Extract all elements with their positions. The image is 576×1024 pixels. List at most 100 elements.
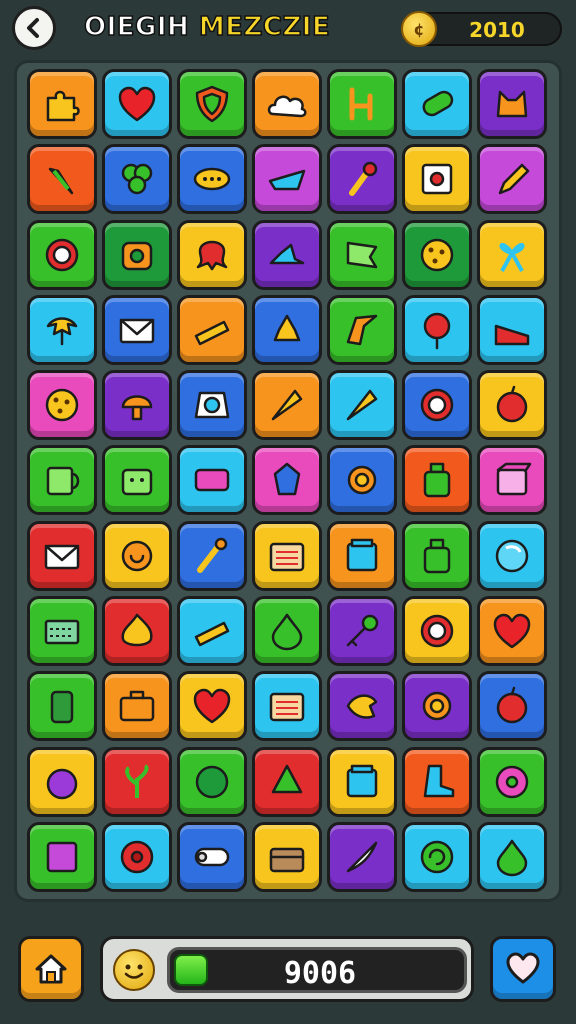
game-tile[interactable] xyxy=(252,144,322,215)
game-tile[interactable] xyxy=(477,671,547,742)
game-tile[interactable] xyxy=(402,520,472,591)
score-panel: 9006 xyxy=(100,936,474,1002)
game-tile[interactable] xyxy=(102,219,172,290)
drop-icon xyxy=(271,613,303,651)
game-tile[interactable] xyxy=(252,219,322,290)
game-tile[interactable] xyxy=(402,596,472,667)
game-tile[interactable] xyxy=(177,370,247,441)
pencil-icon xyxy=(498,164,530,195)
game-tile[interactable] xyxy=(327,596,397,667)
game-tile[interactable] xyxy=(27,445,97,516)
game-tile[interactable] xyxy=(252,746,322,817)
game-tile[interactable] xyxy=(27,821,97,892)
game-tile[interactable] xyxy=(477,746,547,817)
spool-icon xyxy=(121,241,153,270)
game-tile[interactable] xyxy=(252,520,322,591)
game-tile[interactable] xyxy=(27,144,97,215)
game-tile[interactable] xyxy=(177,445,247,516)
game-tile[interactable] xyxy=(327,821,397,892)
game-tile[interactable] xyxy=(402,219,472,290)
game-tile[interactable] xyxy=(102,520,172,591)
boot-icon xyxy=(423,764,455,797)
game-tile[interactable] xyxy=(252,596,322,667)
flower-icon xyxy=(120,840,154,874)
cone-icon xyxy=(271,389,303,421)
game-tile[interactable] xyxy=(477,69,547,139)
tree-icon xyxy=(271,764,303,793)
game-tile[interactable] xyxy=(252,671,322,742)
game-tile[interactable] xyxy=(477,219,547,290)
sun-icon xyxy=(347,466,377,495)
game-tile[interactable] xyxy=(477,596,547,667)
game-tile[interactable] xyxy=(477,520,547,591)
shield-icon xyxy=(195,85,229,123)
game-tile[interactable] xyxy=(102,445,172,516)
game-tile[interactable] xyxy=(27,520,97,591)
game-tile[interactable] xyxy=(327,294,397,365)
clover-icon xyxy=(121,164,153,195)
game-tile[interactable] xyxy=(177,219,247,290)
game-tile[interactable] xyxy=(477,445,547,516)
game-tile[interactable] xyxy=(102,746,172,817)
game-tile[interactable] xyxy=(477,821,547,892)
game-tile[interactable] xyxy=(402,370,472,441)
game-tile[interactable] xyxy=(327,746,397,817)
game-tile[interactable] xyxy=(27,596,97,667)
game-tile[interactable] xyxy=(27,219,97,290)
game-tile[interactable] xyxy=(177,520,247,591)
game-tile[interactable] xyxy=(402,445,472,516)
game-tile[interactable] xyxy=(252,294,322,365)
game-tile[interactable] xyxy=(177,69,247,139)
game-tile[interactable] xyxy=(252,821,322,892)
game-tile[interactable] xyxy=(102,69,172,139)
game-tile[interactable] xyxy=(477,144,547,215)
game-tile[interactable] xyxy=(102,671,172,742)
bush-icon xyxy=(195,765,229,798)
game-tile[interactable] xyxy=(177,821,247,892)
game-tile[interactable] xyxy=(177,746,247,817)
game-tile[interactable] xyxy=(327,445,397,516)
game-tile[interactable] xyxy=(177,144,247,215)
game-tile[interactable] xyxy=(27,69,97,139)
game-tile[interactable] xyxy=(177,596,247,667)
game-tile[interactable] xyxy=(27,746,97,817)
game-tile[interactable] xyxy=(402,746,472,817)
game-tile[interactable] xyxy=(102,294,172,365)
favorite-button[interactable] xyxy=(490,936,556,1002)
game-tile[interactable] xyxy=(327,144,397,215)
game-tile[interactable] xyxy=(102,144,172,215)
ribbon-icon xyxy=(499,242,525,272)
game-tile[interactable] xyxy=(252,445,322,516)
cassette-icon xyxy=(194,469,230,492)
plant-icon xyxy=(125,763,149,798)
back-button[interactable] xyxy=(12,6,56,50)
game-tile[interactable] xyxy=(327,219,397,290)
heart-icon xyxy=(506,952,540,984)
game-tile[interactable] xyxy=(327,520,397,591)
game-tile[interactable] xyxy=(402,671,472,742)
game-tile[interactable] xyxy=(327,671,397,742)
game-tile[interactable] xyxy=(102,596,172,667)
game-tile[interactable] xyxy=(177,671,247,742)
flame-icon xyxy=(121,613,153,647)
home-button[interactable] xyxy=(18,936,84,1002)
game-tile[interactable] xyxy=(402,294,472,365)
game-tile[interactable] xyxy=(402,69,472,139)
game-tile[interactable] xyxy=(327,69,397,139)
game-tile[interactable] xyxy=(102,821,172,892)
game-tile[interactable] xyxy=(252,370,322,441)
game-tile[interactable] xyxy=(102,370,172,441)
game-tile[interactable] xyxy=(477,294,547,365)
game-tile[interactable] xyxy=(177,294,247,365)
game-tile[interactable] xyxy=(327,370,397,441)
game-tile[interactable] xyxy=(252,69,322,139)
bird-icon xyxy=(346,694,378,720)
bottom-bar: 9006 xyxy=(0,930,576,1010)
plum-icon xyxy=(46,768,78,799)
game-tile[interactable] xyxy=(27,370,97,441)
game-tile[interactable] xyxy=(402,821,472,892)
game-tile[interactable] xyxy=(477,370,547,441)
game-tile[interactable] xyxy=(402,144,472,215)
game-tile[interactable] xyxy=(27,671,97,742)
game-tile[interactable] xyxy=(27,294,97,365)
